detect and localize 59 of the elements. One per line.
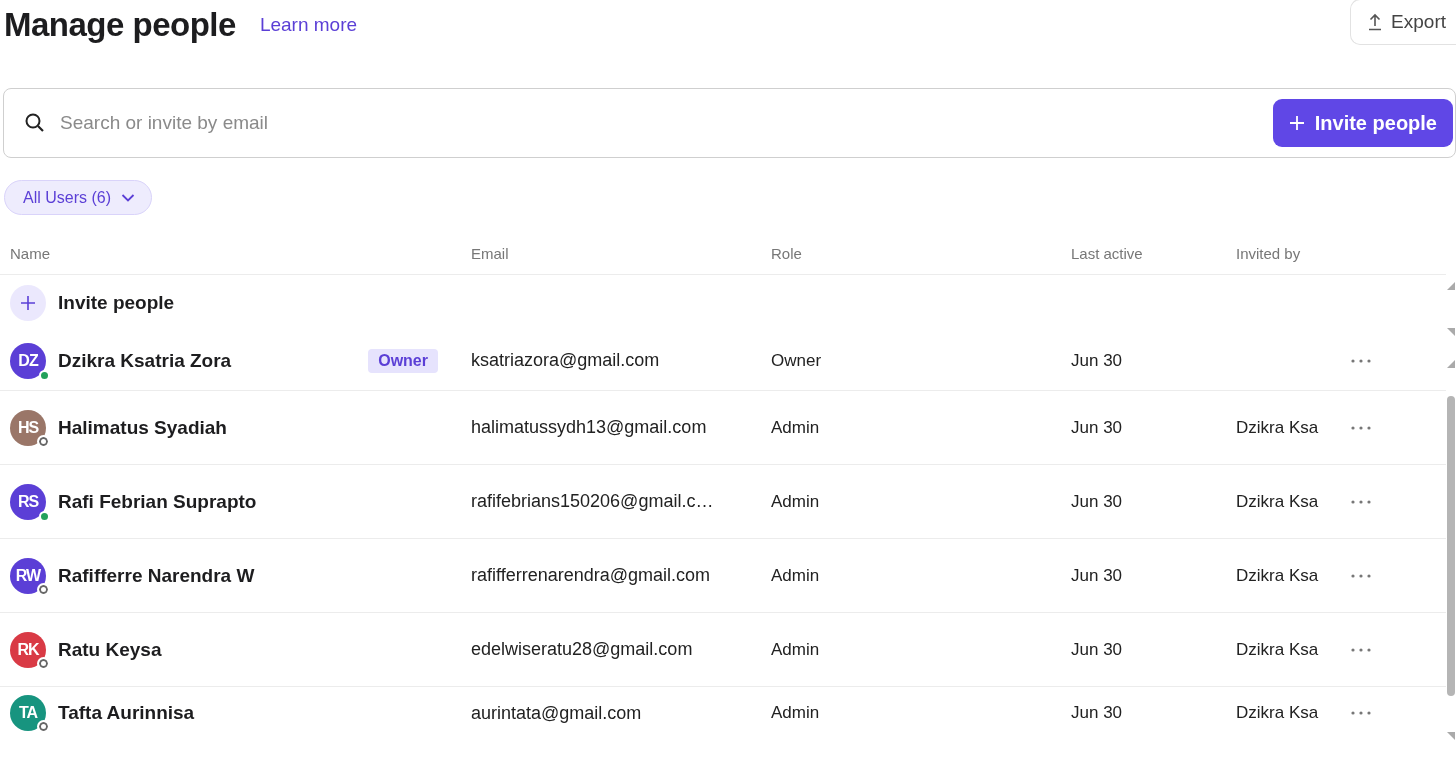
upload-icon bbox=[1367, 13, 1384, 31]
role-text: Admin bbox=[771, 703, 821, 723]
add-person-icon bbox=[10, 285, 46, 321]
invited-by-text: Dzikra Ksa bbox=[1236, 417, 1320, 438]
search-field[interactable]: Search or invite by email Invite people bbox=[3, 88, 1456, 158]
column-header: Invited by bbox=[1236, 245, 1302, 262]
email-text: aurintata@gmail.com bbox=[471, 702, 643, 724]
role-text: Admin bbox=[771, 639, 821, 660]
search-icon bbox=[24, 112, 46, 134]
page-title: Manage people bbox=[4, 6, 236, 44]
avatar: HS bbox=[10, 409, 46, 446]
email-text: halimatussydh13@gmail.com bbox=[471, 417, 708, 438]
role-text: Admin bbox=[771, 417, 821, 438]
role-text: Admin bbox=[771, 491, 821, 512]
invited-by-text: Dzikra Ksa bbox=[1236, 565, 1320, 586]
person-name: Rafifferre Narendra W bbox=[58, 564, 255, 587]
column-header: Last active bbox=[1071, 245, 1144, 262]
plus-icon bbox=[1288, 115, 1305, 131]
owner-badge: Owner bbox=[368, 348, 438, 373]
role-text: Owner bbox=[771, 350, 823, 371]
last-active-text: Jun 30 bbox=[1071, 350, 1124, 371]
export-button[interactable]: Export bbox=[1350, 0, 1456, 45]
email-text: rafifferrenarendra@gmail.com bbox=[471, 565, 712, 586]
column-header: Name bbox=[10, 245, 51, 262]
last-active-text: Jun 30 bbox=[1071, 565, 1124, 586]
person-name: Halimatus Syadiah bbox=[58, 416, 227, 439]
last-active-text: Jun 30 bbox=[1071, 703, 1124, 723]
learn-more-link[interactable]: Learn more bbox=[259, 14, 358, 36]
email-text: edelwiseratu28@gmail.com bbox=[471, 639, 694, 660]
person-name: Dzikra Ksatria Zora bbox=[58, 349, 232, 372]
person-name: Ratu Keysa bbox=[58, 638, 162, 661]
role-text: Admin bbox=[771, 565, 821, 586]
more-icon bbox=[1351, 425, 1371, 430]
chevron-down-icon bbox=[121, 192, 135, 203]
avatar: RW bbox=[10, 557, 46, 594]
invite-people-row[interactable]: Invite people bbox=[0, 275, 220, 331]
invited-by-text: Dzikra Ksa bbox=[1236, 491, 1320, 512]
avatar: DZ bbox=[10, 342, 46, 379]
more-icon bbox=[1351, 358, 1371, 363]
invite-people-button[interactable]: Invite people bbox=[1272, 99, 1453, 147]
more-icon bbox=[1351, 647, 1371, 652]
column-header: Email bbox=[471, 245, 510, 262]
more-icon bbox=[1351, 499, 1371, 504]
last-active-text: Jun 30 bbox=[1071, 639, 1124, 660]
more-icon bbox=[1351, 711, 1371, 715]
person-name: Rafi Febrian Suprapto bbox=[58, 490, 257, 513]
email-text: rafifebrians150206@gmail.c… bbox=[471, 491, 715, 512]
invited-by-text: Dzikra Ksa bbox=[1236, 639, 1320, 660]
last-active-text: Jun 30 bbox=[1071, 491, 1124, 512]
user-filter-dropdown[interactable]: All Users (6) bbox=[4, 180, 152, 215]
last-active-text: Jun 30 bbox=[1071, 417, 1124, 438]
more-icon bbox=[1351, 573, 1371, 578]
avatar: RK bbox=[10, 631, 46, 668]
invited-by-text: Dzikra Ksa bbox=[1236, 703, 1320, 723]
person-name: Tafta Aurinnisa bbox=[58, 702, 195, 724]
avatar: TA bbox=[10, 695, 46, 731]
email-text: ksatriazora@gmail.com bbox=[471, 350, 661, 371]
column-header: Role bbox=[771, 245, 803, 262]
avatar: RS bbox=[10, 483, 46, 520]
